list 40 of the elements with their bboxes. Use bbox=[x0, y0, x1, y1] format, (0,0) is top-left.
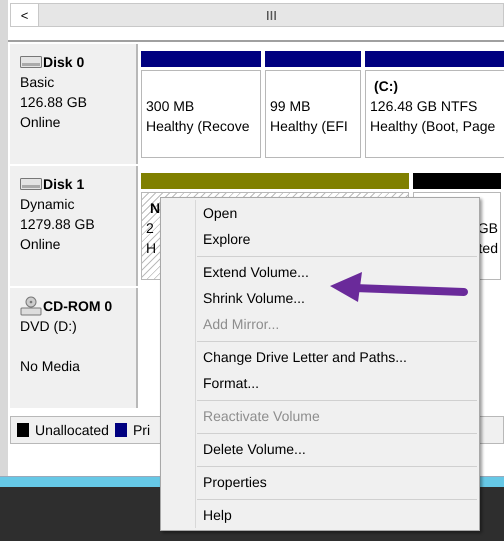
partition-detail: Healthy (EFI bbox=[270, 118, 348, 134]
legend-label: Pri bbox=[132, 422, 150, 438]
partition-box[interactable]: 300 MB Healthy (Recove bbox=[141, 70, 261, 158]
partition-detail: Healthy (Recove bbox=[146, 118, 250, 134]
disk-info-panel[interactable]: Disk 1 Dynamic 1279.88 GB Online bbox=[10, 166, 138, 286]
partition-box[interactable]: (C:) 126.48 GB NTFS Healthy (Boot, Page bbox=[365, 70, 504, 158]
partition-box[interactable]: 99 MB Healthy (EFI bbox=[265, 70, 361, 158]
menu-item[interactable]: Extend Volume... bbox=[161, 259, 479, 285]
disk-detail: Online bbox=[20, 235, 62, 254]
disk-detail: Online bbox=[20, 113, 62, 132]
volume-label: N bbox=[150, 200, 160, 216]
menu-item[interactable]: Change Drive Letter and Paths... bbox=[161, 344, 479, 370]
disk-detail: Dynamic bbox=[20, 195, 76, 214]
disk-name: Disk 1 bbox=[43, 175, 84, 194]
grip-icon bbox=[266, 10, 276, 20]
horizontal-scrollbar[interactable]: < bbox=[10, 3, 504, 27]
volume-label: (C:) bbox=[374, 78, 398, 94]
partition-detail: Healthy (Boot, Page bbox=[370, 118, 496, 134]
disk-name: CD-ROM 0 bbox=[43, 297, 112, 316]
disk-name: Disk 0 bbox=[43, 53, 84, 72]
disk-info-panel[interactable]: CD-ROM 0 DVD (D:) No Media bbox=[10, 288, 138, 408]
disk-drive-icon bbox=[20, 56, 42, 68]
disk-detail: 126.88 GB bbox=[20, 93, 88, 112]
disk-detail: DVD (D:) bbox=[20, 317, 78, 336]
disk-info-panel[interactable]: Disk 0 Basic 126.88 GB Online bbox=[10, 44, 138, 164]
cd-drive-icon bbox=[20, 296, 42, 316]
menu-item[interactable]: Open bbox=[161, 200, 479, 226]
disk-drive-icon bbox=[20, 178, 42, 190]
legend-label: Unallocated bbox=[35, 422, 109, 438]
menu-item[interactable]: Shrink Volume... bbox=[161, 285, 479, 311]
disk-detail: No Media bbox=[20, 357, 81, 376]
partition-detail: 99 MB bbox=[270, 98, 310, 114]
partition-detail: 2 bbox=[146, 220, 154, 236]
disk-detail: Basic bbox=[20, 73, 56, 92]
scroll-left-button[interactable]: < bbox=[11, 4, 39, 26]
menu-item[interactable]: Help bbox=[161, 502, 479, 528]
partition-detail: 126.48 GB NTFS bbox=[370, 98, 478, 114]
disk-detail: 1279.88 GB bbox=[20, 215, 96, 234]
partition-detail: 300 MB bbox=[146, 98, 194, 114]
partition-detail: H bbox=[146, 240, 156, 256]
